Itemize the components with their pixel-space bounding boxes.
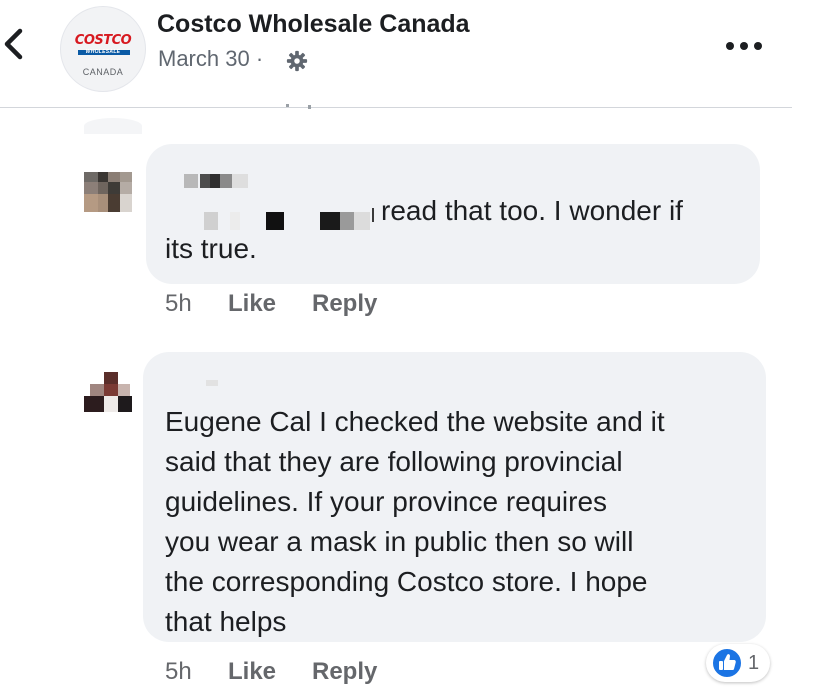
reply-button[interactable]: Reply: [312, 658, 377, 686]
page-avatar-logo[interactable]: COSTCO WHOLESALE CANADA: [60, 6, 146, 92]
comment-text-line: Eugene Cal I checked the website and it: [165, 406, 665, 437]
comment-text-line: said that they are following provincial: [165, 446, 623, 477]
logo-country: CANADA: [82, 67, 124, 77]
logo-subtitle: WHOLESALE: [85, 49, 121, 55]
commenter-name-redacted: [184, 172, 264, 194]
commenter-avatar-pixelated[interactable]: [84, 372, 144, 414]
reaction-summary[interactable]: 1: [706, 644, 770, 682]
comment-timestamp[interactable]: 5h: [165, 290, 228, 318]
previous-comment-avatar-edge: [84, 118, 142, 134]
mentioned-name-redacted: [200, 208, 378, 234]
comment-text-line: its true.: [165, 233, 257, 264]
reaction-count: 1: [748, 652, 760, 674]
comment-text-line: that helps: [165, 606, 287, 637]
comment-actions: 5h Like Reply: [165, 290, 377, 318]
comment-actions: 5h Like Reply: [165, 658, 377, 686]
commenter-avatar-pixelated[interactable]: [84, 172, 146, 214]
gear-icon: [286, 50, 308, 72]
comment-text-line: you wear a mask in public then so will: [165, 526, 634, 557]
logo-wordmark: COSTCO: [74, 33, 132, 48]
comment-timestamp[interactable]: 5h: [165, 658, 228, 686]
post-date[interactable]: March 30 ·: [158, 46, 263, 72]
comment-text-line: the corresponding Costco store. I hope: [165, 566, 648, 597]
reply-button[interactable]: Reply: [312, 290, 377, 318]
comment-text-line: guidelines. If your province requires: [165, 486, 608, 517]
like-button[interactable]: Like: [228, 658, 312, 686]
post-header: COSTCO WHOLESALE CANADA Costco Wholesale…: [0, 0, 792, 108]
previous-comment-text-edge: [286, 104, 311, 109]
commenter-name-redacted: [186, 378, 246, 394]
comment-text-line: read that too. I wonder if: [381, 195, 683, 226]
like-button[interactable]: Like: [228, 290, 312, 318]
chevron-left-icon[interactable]: [0, 26, 26, 62]
thumbs-up-icon: [711, 647, 743, 679]
page-name[interactable]: Costco Wholesale Canada: [157, 10, 470, 39]
more-options-icon[interactable]: [724, 36, 764, 56]
comment-text: Eugene Cal I checked the website and it …: [165, 402, 665, 642]
